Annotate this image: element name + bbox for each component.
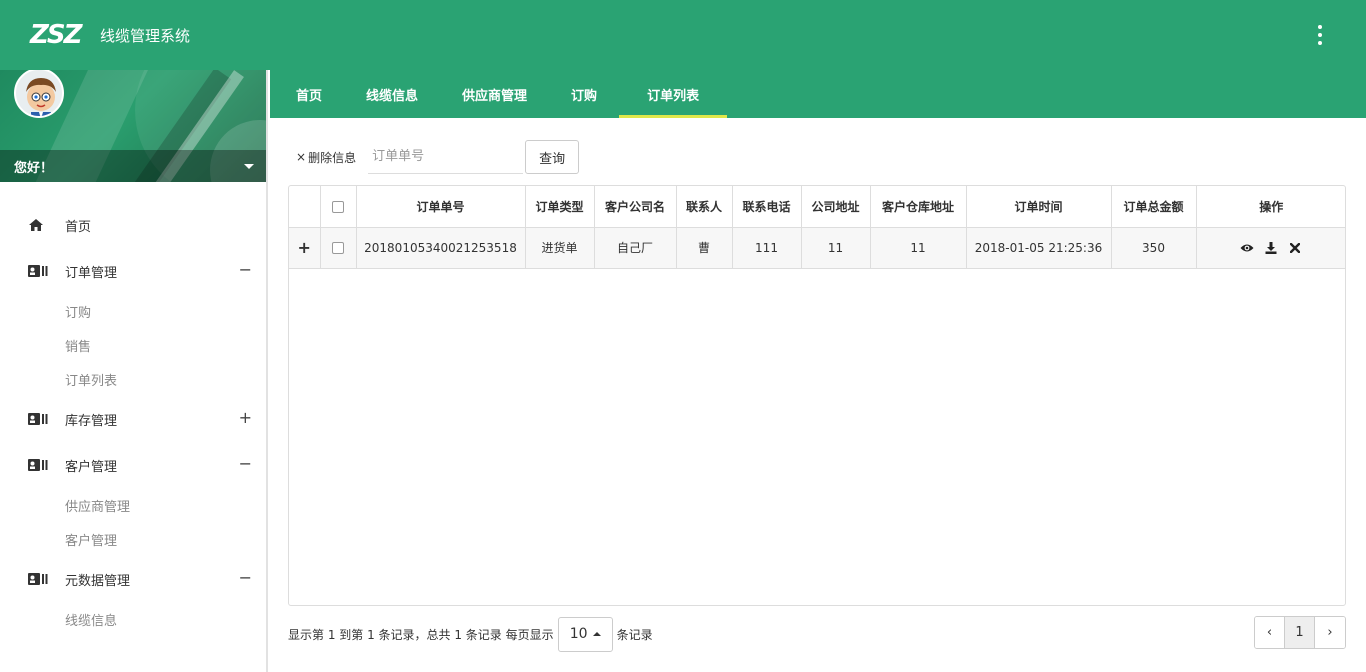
app-logo: ZSZ [30, 20, 90, 50]
column-header[interactable]: 订单总金额 [1111, 186, 1197, 228]
order-number-search-input[interactable] [368, 140, 524, 174]
tab-cable-info[interactable]: 线缆信息 [344, 70, 440, 118]
select-all-cell [320, 186, 357, 228]
sidebar-item-inventory-management[interactable]: 库存管理 + [0, 396, 266, 442]
sidebar-item-metadata-management[interactable]: 元数据管理 − [0, 556, 266, 602]
user-panel: 您好！ [0, 70, 266, 182]
greeting-text: 您好！ [14, 160, 54, 176]
order-number-cell: 20180105340021253518 [356, 227, 526, 269]
expand-column-header [289, 186, 321, 228]
sidebar-item-order-management[interactable]: 订单管理 − [0, 248, 266, 294]
submenu-item-supplier-management[interactable]: 供应商管理 [0, 488, 266, 522]
pagination-info: 显示第 1 到第 1 条记录，总共 1 条记录 每页显示 10 条记录 [288, 616, 653, 652]
phone-cell: 111 [732, 227, 802, 269]
query-button[interactable]: 查询 [525, 140, 580, 174]
sidebar-menu: 首页 订单管理 − 订购 销售 订单列表 库存管理 + 客户管理 − 供应商管理… [0, 182, 266, 636]
expand-icon[interactable]: + [239, 410, 252, 426]
tab-supplier-management[interactable]: 供应商管理 [440, 70, 549, 118]
expand-row-cell: + [289, 227, 321, 269]
submenu-item-sales[interactable]: 销售 [0, 328, 266, 362]
actions-cell [1196, 227, 1345, 269]
logo-text: ZSZ [30, 20, 82, 50]
pagination-info-text: 显示第 1 到第 1 条记录，总共 1 条记录 每页显示 [288, 627, 554, 642]
next-page-button[interactable]: › [1315, 617, 1345, 648]
id-card-icon [28, 572, 48, 586]
top-header: ZSZ 线缆管理系统 [0, 0, 1366, 70]
address-cell: 11 [801, 227, 871, 269]
delete-button[interactable]: × 删除信息 [296, 149, 356, 166]
order-table: 订单单号 订单类型 客户公司名 联系人 联系电话 公司地址 客户仓库地址 订单时… [288, 185, 1346, 606]
collapse-icon[interactable]: − [239, 570, 252, 586]
caret-down-icon [244, 163, 254, 169]
table-row[interactable]: + 20180105340021253518 进货单 自己厂 曹 111 11 … [289, 227, 1345, 269]
page-size-value: 10 [569, 626, 588, 642]
column-header[interactable]: 联系人 [676, 186, 733, 228]
column-header[interactable]: 联系电话 [732, 186, 802, 228]
table-header-row: 订单单号 订单类型 客户公司名 联系人 联系电话 公司地址 客户仓库地址 订单时… [289, 186, 1345, 228]
submenu-item-order-list[interactable]: 订单列表 [0, 362, 266, 396]
submenu-item-order[interactable]: 订购 [0, 294, 266, 328]
tab-bar: 首页 线缆信息 供应商管理 订购 订单列表 [270, 70, 1366, 118]
page-size-select[interactable]: 10 [557, 616, 613, 652]
sidebar-item-label: 元数据管理 [65, 573, 131, 589]
page-button-current[interactable]: 1 [1285, 617, 1315, 648]
sidebar-item-label: 订单管理 [65, 265, 118, 281]
delete-button-label: 删除信息 [308, 150, 357, 165]
company-cell: 自己厂 [594, 227, 677, 269]
column-header[interactable]: 公司地址 [801, 186, 871, 228]
tab-order-list[interactable]: 订单列表 [619, 70, 728, 118]
sidebar-item-customer-management[interactable]: 客户管理 − [0, 442, 266, 488]
close-icon: × [296, 150, 307, 164]
column-header[interactable]: 客户公司名 [594, 186, 677, 228]
collapse-icon[interactable]: − [239, 262, 252, 278]
order-type-cell: 进货单 [525, 227, 595, 269]
prev-page-button[interactable]: ‹ [1255, 617, 1285, 648]
user-dropdown[interactable]: 您好！ [0, 150, 266, 182]
tab-home[interactable]: 首页 [274, 70, 344, 118]
sidebar-item-label: 客户管理 [65, 459, 118, 475]
submenu-item-customer-management[interactable]: 客户管理 [0, 522, 266, 556]
delete-icon[interactable] [1288, 241, 1302, 255]
column-header[interactable]: 订单单号 [356, 186, 526, 228]
app-title: 线缆管理系统 [100, 26, 191, 45]
toolbar: × 删除信息 查询 [296, 140, 580, 174]
plus-icon[interactable]: + [298, 238, 311, 257]
warehouse-cell: 11 [870, 227, 967, 269]
id-card-icon [28, 412, 48, 426]
download-icon[interactable] [1264, 241, 1278, 255]
pagination-suffix-text: 条记录 [616, 627, 653, 642]
row-select-cell [320, 227, 357, 269]
id-card-icon [28, 264, 48, 278]
sidebar-item-label: 库存管理 [65, 413, 118, 429]
row-checkbox[interactable] [332, 242, 344, 254]
pagination: ‹ 1 › [1254, 616, 1346, 649]
caret-up-icon [592, 632, 601, 636]
sidebar: 您好！ 首页 订单管理 − 订购 销售 订单列表 库存管理 + 客户管理 − 供… [0, 70, 268, 672]
amount-cell: 350 [1111, 227, 1197, 269]
select-all-checkbox[interactable] [332, 200, 344, 213]
sidebar-item-home[interactable]: 首页 [0, 202, 266, 248]
collapse-icon[interactable]: − [239, 456, 252, 472]
tab-order[interactable]: 订购 [549, 70, 619, 118]
column-header[interactable]: 客户仓库地址 [870, 186, 967, 228]
home-icon [28, 218, 48, 232]
column-header[interactable]: 订单类型 [525, 186, 595, 228]
more-menu-icon[interactable] [1316, 25, 1324, 45]
order-time-cell: 2018-01-05 21:25:36 [966, 227, 1112, 269]
column-header[interactable]: 订单时间 [966, 186, 1112, 228]
eye-icon[interactable] [1240, 241, 1254, 255]
submenu-item-cable-info[interactable]: 线缆信息 [0, 602, 266, 636]
contact-cell: 曹 [676, 227, 733, 269]
id-card-icon [28, 458, 48, 472]
avatar[interactable] [14, 70, 64, 118]
sidebar-item-label: 首页 [65, 219, 92, 235]
column-header: 操作 [1196, 186, 1345, 228]
